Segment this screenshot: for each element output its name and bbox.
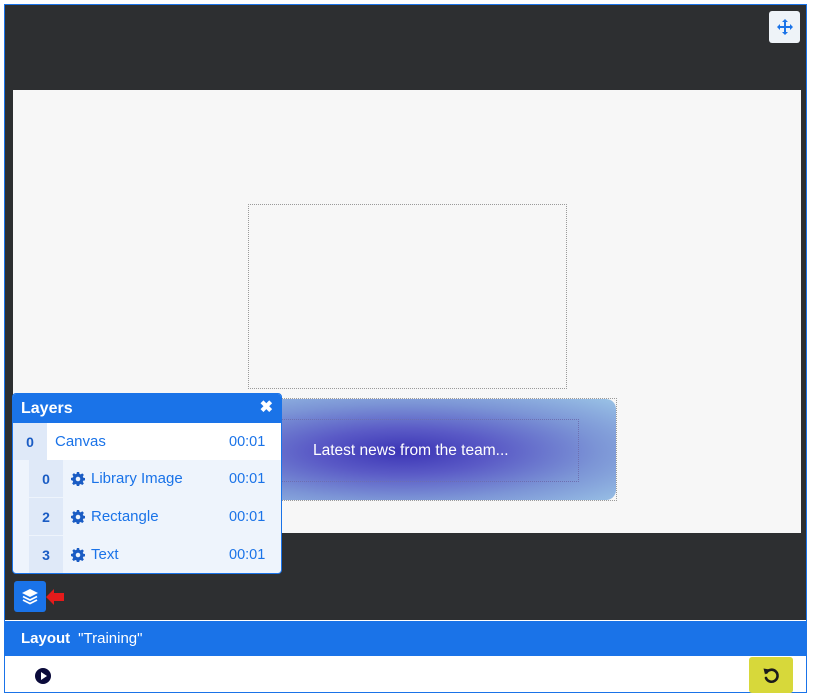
layer-name: Rectangle <box>91 508 159 525</box>
play-icon[interactable] <box>33 666 53 686</box>
layout-name: "Training" <box>78 630 143 647</box>
layers-panel-header: Layers ✖ <box>13 394 281 423</box>
gear-icon <box>71 547 85 562</box>
layout-info-bar: Layout "Training" <box>5 621 806 656</box>
undo-icon <box>763 668 779 683</box>
reset-button[interactable] <box>749 657 793 693</box>
layer-row-rectangle[interactable]: 2 Rectangle 00:01 <box>13 498 281 535</box>
layers-icon <box>22 588 38 605</box>
layer-name: Library Image <box>91 470 183 487</box>
close-icon[interactable]: ✖ <box>260 399 273 417</box>
gear-icon <box>71 509 85 524</box>
layer-row-library-image[interactable]: 0 Library Image 00:01 <box>13 460 281 497</box>
layer-duration: 00:01 <box>229 433 266 450</box>
layer-row-canvas[interactable]: 0 Canvas 00:01 <box>13 423 281 460</box>
layer-duration: 00:01 <box>229 546 266 563</box>
text-element-content: Latest news from the team... <box>313 441 509 459</box>
layers-panel: Layers ✖ 0 Canvas 00:01 0 Library Image … <box>12 393 282 574</box>
layers-panel-title: Layers <box>21 399 73 417</box>
library-image-element[interactable] <box>248 204 567 389</box>
layer-index: 3 <box>29 536 63 573</box>
move-button[interactable] <box>769 11 800 43</box>
arrows-move-icon <box>776 19 793 35</box>
red-arrow-icon <box>46 589 64 605</box>
layer-name: Text <box>91 546 119 563</box>
layer-index: 2 <box>29 498 63 535</box>
layer-name: Canvas <box>55 433 106 450</box>
layer-index: 0 <box>13 423 47 460</box>
layer-index: 0 <box>29 460 63 497</box>
layer-duration: 00:01 <box>229 508 266 525</box>
text-element[interactable]: Latest news from the team... <box>281 419 579 482</box>
gear-icon <box>71 471 85 486</box>
layers-toggle-button[interactable] <box>14 581 46 612</box>
layout-label: Layout <box>21 630 71 647</box>
layer-row-text[interactable]: 3 Text 00:01 <box>13 536 281 573</box>
layer-duration: 00:01 <box>229 470 266 487</box>
